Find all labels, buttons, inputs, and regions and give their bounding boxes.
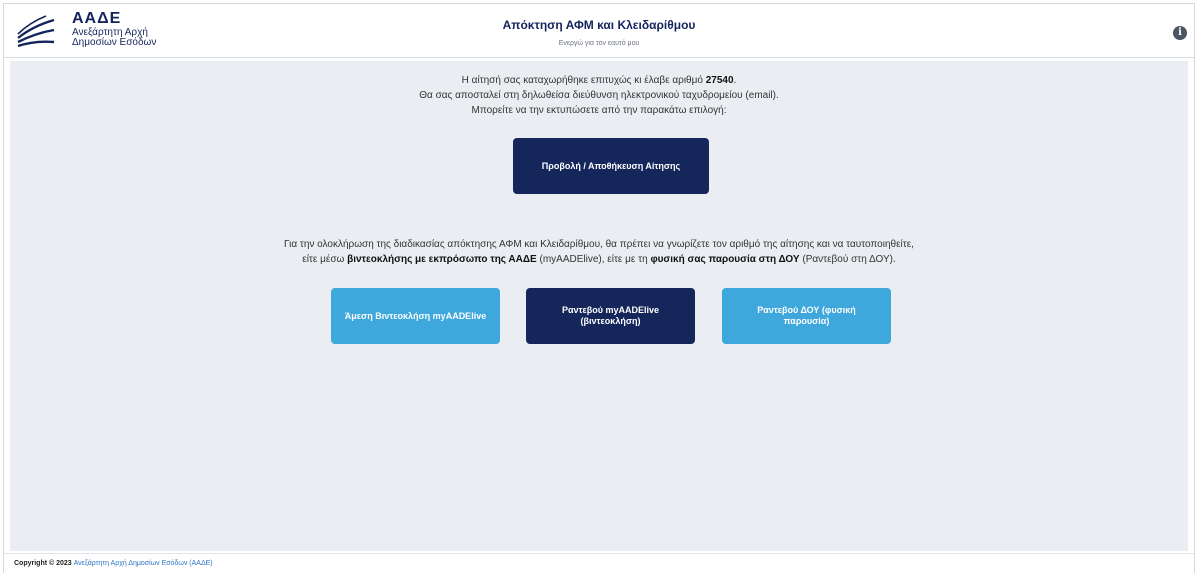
completion-line2: είτε μέσω βιντεοκλήσης με εκπρόσωπο της … xyxy=(10,252,1188,267)
header: ΑΑΔΕ Ανεξάρτητη Αρχή Δημοσίων Εσόδων Από… xyxy=(4,4,1194,58)
page-subtitle: Ενεργώ για τον εαυτό μου xyxy=(558,40,640,47)
completion-line2-d: φυσική σας παρουσία στη ΔΟΥ xyxy=(650,254,800,265)
doy-appointment-line1: Ραντεβού ΔΟΥ (φυσική xyxy=(757,305,856,315)
completion-line2-c: (myAADElive), είτε με τη xyxy=(539,254,648,265)
completion-line2-a: είτε μέσω xyxy=(302,254,345,265)
doy-appointment-line2: παρουσία) xyxy=(783,316,830,326)
footer: Copyright © 2023 Ανεξάρτητη Αρχή Δημοσίω… xyxy=(4,553,1194,573)
success-line1-suffix: . xyxy=(733,75,737,86)
instant-video-call-button[interactable]: Άμεση Βιντεοκλήση myAADElive xyxy=(331,288,500,344)
video-appointment-line2: (βιντεοκλήση) xyxy=(580,316,641,326)
footer-link[interactable]: Ανεξάρτητη Αρχή Δημοσίων Εσόδων (ΑΑΔΕ) xyxy=(74,560,213,567)
copyright-text: Copyright © 2023 xyxy=(14,560,72,567)
main-content: Η αίτησή σας καταχωρήθηκε επιτυχώς κι έλ… xyxy=(10,61,1188,551)
aade-logo[interactable]: ΑΑΔΕ Ανεξάρτητη Αρχή Δημοσίων Εσόδων xyxy=(16,8,316,56)
page-title: Απόκτηση ΑΦΜ και Κλειδαρίθμου xyxy=(502,18,696,32)
completion-line1: Για την ολοκλήρωση της διαδικασίας απόκτ… xyxy=(284,239,914,250)
success-message: Η αίτησή σας καταχωρήθηκε επιτυχώς κι έλ… xyxy=(10,73,1188,118)
completion-line2-b: βιντεοκλήσης με εκπρόσωπο της ΑΑΔΕ xyxy=(347,254,537,265)
application-number: 27540 xyxy=(705,75,734,86)
success-line1-prefix: Η αίτησή σας καταχωρήθηκε επιτυχώς κι έλ… xyxy=(461,75,703,86)
success-line3: Μπορείτε να την εκτυπώσετε από την παρακ… xyxy=(471,105,727,116)
completion-line2-e: (Ραντεβού στη ΔΟΥ). xyxy=(802,254,896,265)
doy-appointment-button[interactable]: Ραντεβού ΔΟΥ (φυσική παρουσία) xyxy=(722,288,891,344)
success-line1: Η αίτησή σας καταχωρήθηκε επιτυχώς κι έλ… xyxy=(10,73,1188,88)
video-appointment-button[interactable]: Ραντεβού myAADElive (βιντεοκλήση) xyxy=(526,288,695,344)
success-line2: Θα σας αποσταλεί στη δηλωθείσα διεύθυνση… xyxy=(419,90,779,101)
view-save-application-button[interactable]: Προβολή / Αποθήκευση Αίτησης xyxy=(513,138,709,194)
completion-message: Για την ολοκλήρωση της διαδικασίας απόκτ… xyxy=(10,237,1188,267)
info-icon[interactable]: i xyxy=(1173,26,1187,40)
video-appointment-line1: Ραντεβού myAADElive xyxy=(561,305,660,315)
